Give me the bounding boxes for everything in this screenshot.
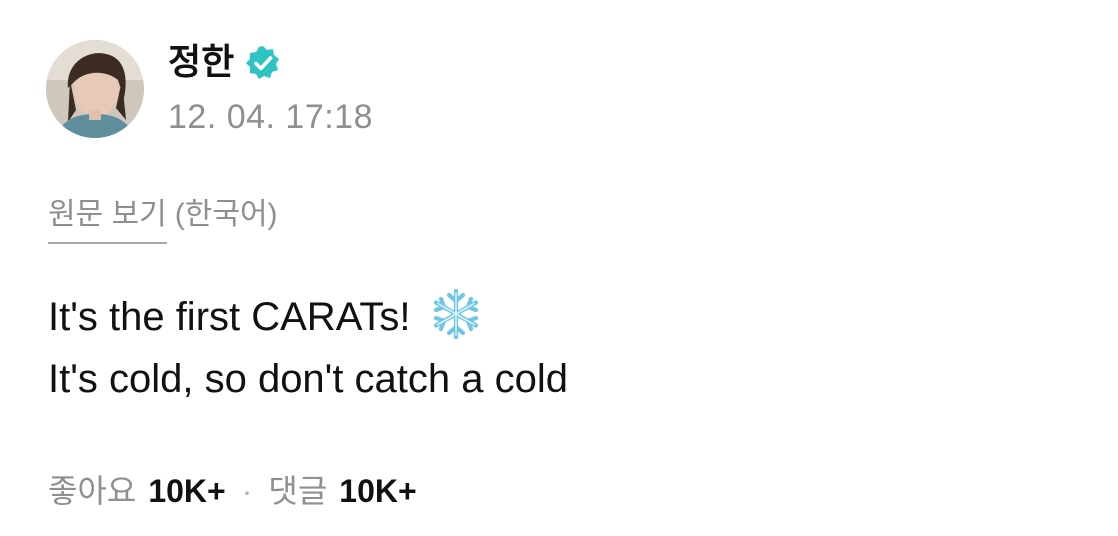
likes-count[interactable]: 10K+ <box>148 473 225 509</box>
avatar-photo <box>46 40 144 138</box>
stats-separator: · <box>241 473 253 509</box>
snowflake-icon <box>433 288 478 340</box>
post-line-1-text: It's the first CARATs! <box>48 295 411 339</box>
post-body: It's the first CARATs! It's cold, so don… <box>48 286 568 410</box>
verified-badge-icon <box>246 46 279 79</box>
comments-count[interactable]: 10K+ <box>339 473 416 509</box>
original-language-label: (한국어) <box>174 198 278 231</box>
avatar[interactable] <box>46 40 144 138</box>
author-name[interactable]: 정한 <box>168 36 234 88</box>
post-line-2: It's cold, so don't catch a cold <box>48 357 568 401</box>
post-line-1: It's the first CARATs! <box>48 286 568 348</box>
post-timestamp: 12. 04. 17:18 <box>168 98 374 136</box>
translation-row: 원문 보기 (한국어) <box>48 192 278 244</box>
likes-label[interactable]: 좋아요 <box>48 473 136 509</box>
comments-label[interactable]: 댓글 <box>268 473 327 509</box>
post-stats: 좋아요 10K+ · 댓글 10K+ <box>48 466 417 516</box>
view-original-link[interactable]: 원문 보기 <box>48 192 167 244</box>
